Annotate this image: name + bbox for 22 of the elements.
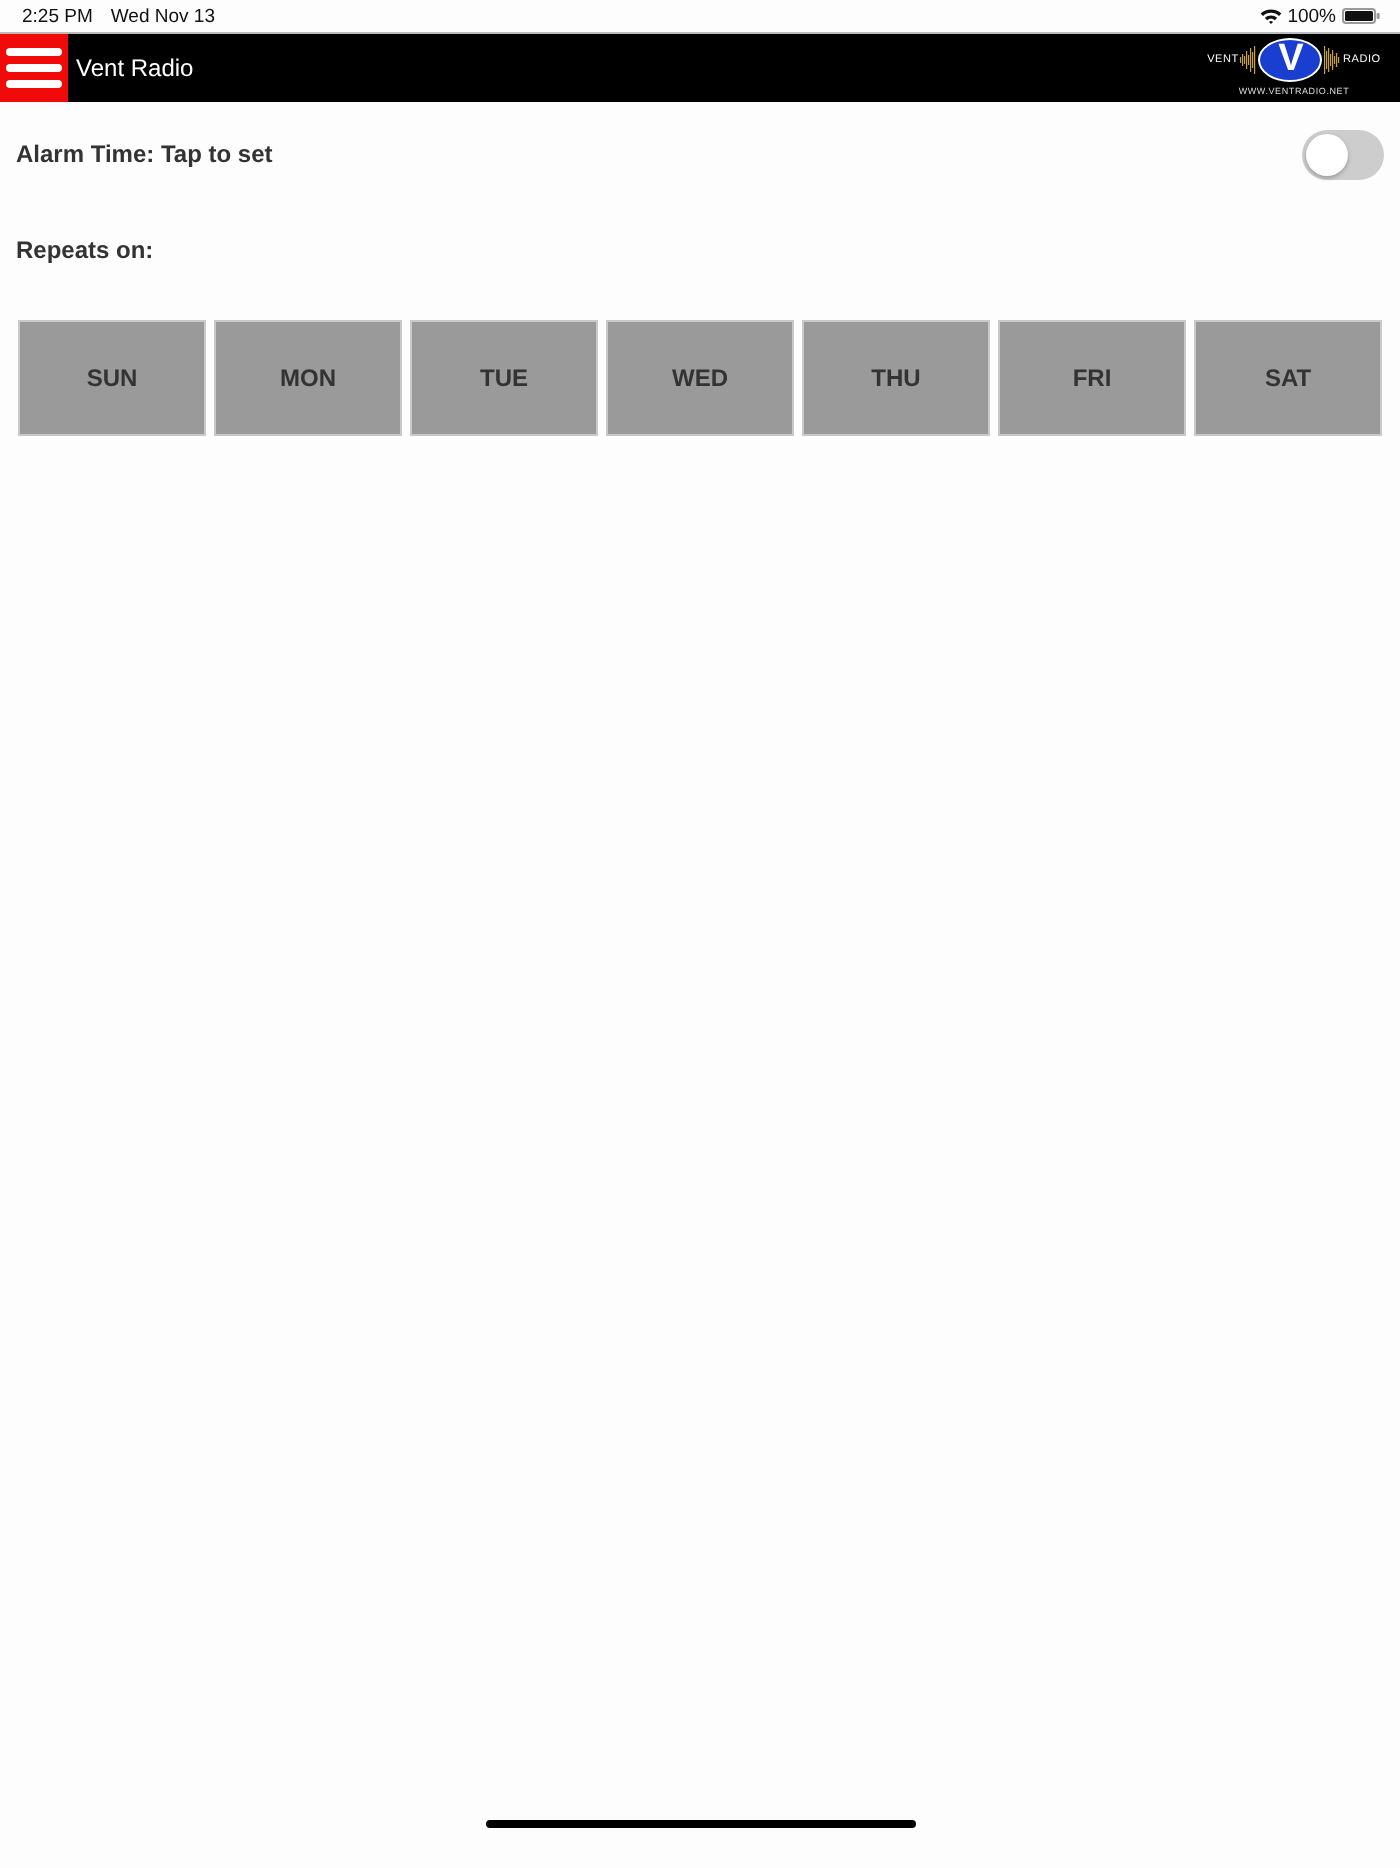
- battery-percent: 100%: [1287, 5, 1336, 27]
- sound-wave-drawing: [1324, 44, 1341, 76]
- alarm-toggle[interactable]: [1302, 129, 1384, 179]
- toggle-knob: [1306, 133, 1348, 175]
- status-time: 2:25 PM: [22, 5, 93, 27]
- repeats-label: Repeats on:: [16, 236, 154, 264]
- alarm-time-label[interactable]: Alarm Time: Tap to set: [16, 140, 273, 168]
- menu-icon: [6, 48, 62, 88]
- day-button[interactable]: FRI: [998, 320, 1186, 436]
- wifi-icon: [1259, 8, 1282, 24]
- app-title: Vent Radio: [76, 54, 194, 82]
- status-date: Wed Nov 13: [110, 5, 215, 27]
- day-button[interactable]: THU: [802, 320, 990, 436]
- day-button[interactable]: SAT: [1194, 320, 1382, 436]
- day-button[interactable]: SUN: [18, 320, 206, 436]
- battery-icon: [1342, 8, 1380, 24]
- logo-mark: V: [1258, 38, 1323, 82]
- day-button[interactable]: WED: [606, 320, 794, 436]
- sound-wave-drawing: [1240, 44, 1257, 76]
- menu-button[interactable]: [0, 34, 68, 102]
- day-button[interactable]: MON: [214, 320, 402, 436]
- day-button[interactable]: TUE: [410, 320, 598, 436]
